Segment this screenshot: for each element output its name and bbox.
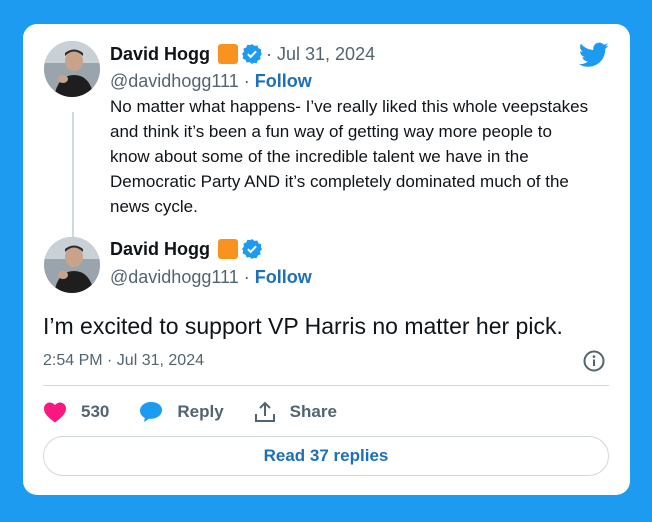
twitter-bird-icon[interactable]	[579, 42, 609, 68]
reply-bubble-icon	[140, 402, 163, 422]
info-icon[interactable]	[582, 349, 606, 373]
thread-connector-line	[72, 112, 74, 238]
main-tweet-header: David Hogg	[110, 238, 263, 260]
author-handle[interactable]: @davidhogg111	[110, 267, 239, 287]
reply-button[interactable]: Reply	[139, 401, 224, 423]
quoted-tweet-text: No matter what happens- I’ve really like…	[110, 97, 589, 216]
author-handle[interactable]: @davidhogg111	[110, 71, 239, 91]
avatar[interactable]	[44, 237, 100, 293]
org-badge-icon	[218, 239, 239, 259]
reply-label: Reply	[177, 402, 224, 421]
follow-link[interactable]: Follow	[255, 267, 312, 287]
quoted-tweet-handle-row: @davidhogg111 · Follow	[110, 70, 312, 92]
tweet-timestamp[interactable]: 2:54 PM · Jul 31, 2024	[43, 350, 204, 372]
like-count: 530	[81, 402, 110, 421]
org-badge-icon	[218, 44, 239, 64]
verified-badge-icon	[242, 44, 263, 64]
author-name[interactable]: David Hogg	[110, 238, 210, 260]
avatar-photo-icon	[44, 237, 100, 293]
divider	[43, 385, 609, 386]
main-tweet-handle-row: @davidhogg111 · Follow	[110, 266, 312, 288]
heart-icon	[44, 402, 66, 423]
tweet-date[interactable]: · Jul 31, 2024	[266, 43, 375, 65]
follow-link[interactable]: Follow	[255, 71, 312, 91]
author-name[interactable]: David Hogg	[110, 43, 210, 65]
avatar[interactable]	[44, 41, 100, 97]
like-button[interactable]: 530	[43, 401, 109, 423]
share-label: Share	[289, 402, 337, 421]
separator-dot: ·	[238, 267, 255, 287]
share-button[interactable]: Share	[254, 401, 337, 423]
avatar-photo-icon	[44, 41, 100, 97]
separator-dot: ·	[238, 71, 255, 91]
main-tweet-text: I’m excited to support VP Harris no matt…	[43, 313, 563, 339]
quoted-tweet-header: David Hogg · Jul 31, 2024	[110, 43, 375, 65]
share-icon	[254, 401, 275, 422]
verified-badge-icon	[242, 239, 263, 259]
read-replies-button[interactable]: Read 37 replies	[43, 436, 609, 476]
tweet-actions: 530 Reply Share	[43, 399, 367, 425]
tweet-embed-card: David Hogg · Jul 31, 2024 @davidhogg111 …	[23, 24, 630, 495]
